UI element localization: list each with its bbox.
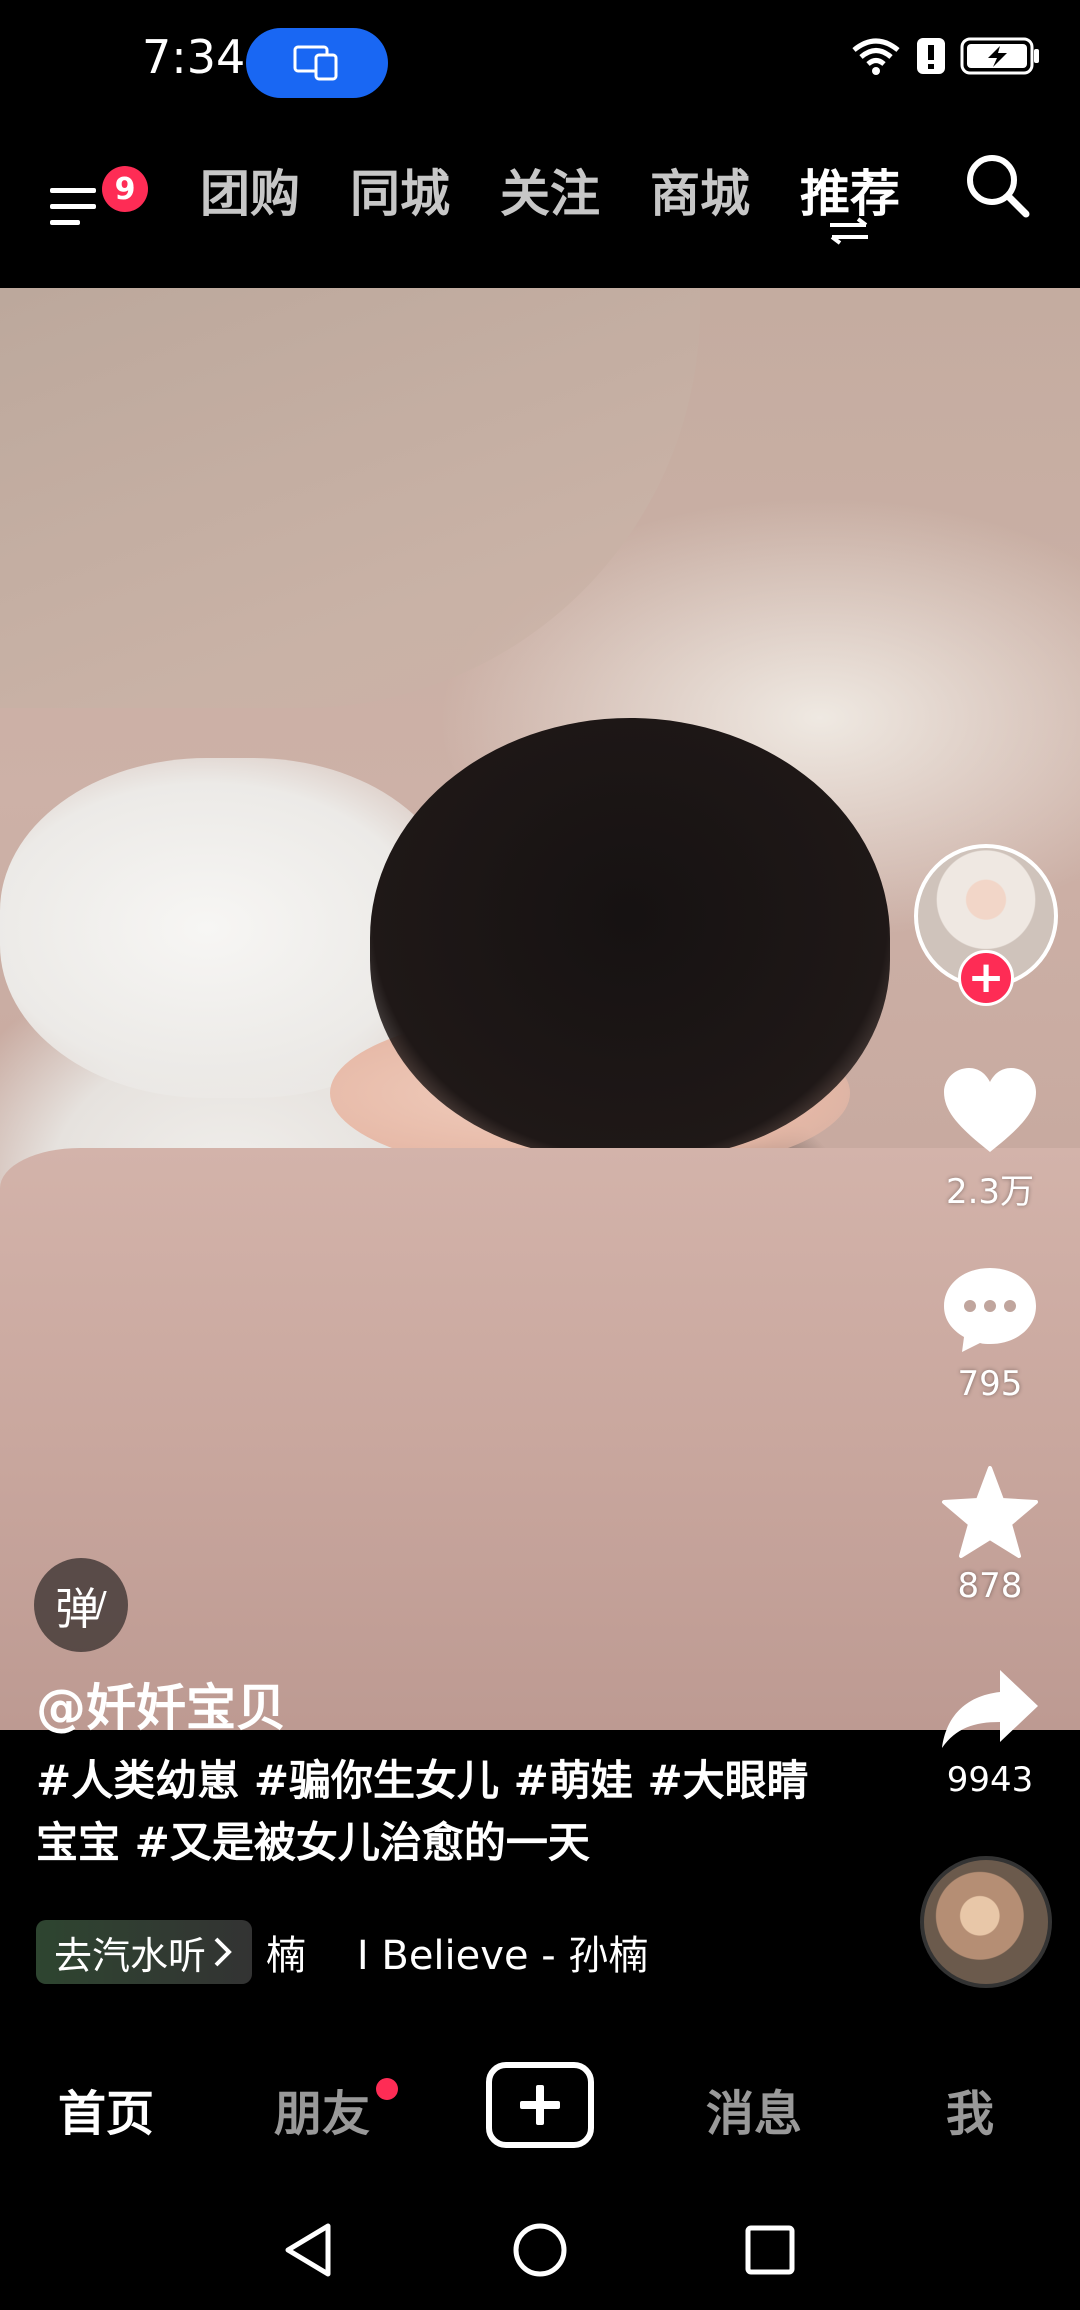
comment-icon xyxy=(944,1268,1036,1352)
switch-feed-icon[interactable] xyxy=(826,216,872,246)
tab-messages[interactable]: 消息 xyxy=(706,2074,802,2144)
friends-unread-dot xyxy=(376,2078,398,2100)
chevron-right-icon xyxy=(214,1937,232,1967)
system-nav-bar xyxy=(0,2190,1080,2310)
tab-group-buy[interactable]: 团购 xyxy=(200,154,300,226)
alert-icon xyxy=(917,38,945,74)
status-time: 7:34 xyxy=(142,30,246,84)
notification-badge: 9 xyxy=(102,166,148,212)
danmu-label: 弹 xyxy=(55,1584,100,1635)
heart-icon xyxy=(944,1068,1036,1152)
music-track-title[interactable]: 楠 I Believe - 孙楠 xyxy=(266,1923,648,1981)
screen-share-icon xyxy=(293,45,338,81)
wifi-icon xyxy=(852,38,900,75)
tab-following[interactable]: 关注 xyxy=(500,154,600,226)
tab-friends[interactable]: 朋友 xyxy=(274,2074,370,2144)
tab-mall[interactable]: 商城 xyxy=(650,154,750,226)
star-icon xyxy=(942,1466,1038,1558)
follow-button[interactable]: + xyxy=(958,950,1014,1006)
qishui-link-button[interactable]: 去汽水听 xyxy=(36,1920,253,1984)
create-button[interactable] xyxy=(486,2062,594,2148)
share-count: 9943 xyxy=(946,1760,1034,1800)
status-icons xyxy=(850,36,1042,76)
screen-share-indicator[interactable] xyxy=(246,28,388,98)
comment-button[interactable]: 795 xyxy=(920,1264,1060,1404)
author-avatar[interactable]: + xyxy=(914,844,1058,1006)
author-name[interactable]: @奷奷宝贝 xyxy=(36,1668,286,1740)
tab-local[interactable]: 同城 xyxy=(350,154,450,226)
back-icon[interactable] xyxy=(280,2220,336,2280)
status-bar: 7:34 xyxy=(0,0,1080,120)
like-button[interactable]: 2.3万 xyxy=(920,1066,1060,1213)
video-frame-blanket xyxy=(0,1148,1080,1730)
favorite-count: 878 xyxy=(957,1566,1023,1606)
music-disc-button[interactable] xyxy=(920,1856,1052,1988)
music-row: 去汽水听 楠 I Believe - 孙楠 xyxy=(36,1920,648,1984)
danmu-toggle-button[interactable]: 弹 / xyxy=(34,1558,128,1652)
plus-icon xyxy=(520,2085,560,2125)
search-icon xyxy=(967,155,1030,218)
video-frame-pillow xyxy=(0,288,700,708)
like-count: 2.3万 xyxy=(945,1172,1035,1212)
qishui-link-label: 去汽水听 xyxy=(54,1933,207,1978)
share-button[interactable]: 9943 xyxy=(920,1666,1060,1800)
favorite-button[interactable]: 878 xyxy=(920,1466,1060,1606)
comment-count: 795 xyxy=(957,1364,1023,1404)
bottom-nav: 首页 朋友 消息 我 xyxy=(0,2040,1080,2170)
tab-me[interactable]: 我 xyxy=(946,2074,994,2144)
battery-charging-icon xyxy=(960,37,1039,75)
recents-icon[interactable] xyxy=(742,2222,798,2278)
home-icon[interactable] xyxy=(510,2220,570,2280)
menu-icon xyxy=(50,188,96,225)
danmu-slash-icon: / xyxy=(95,1585,107,1625)
share-icon xyxy=(942,1670,1038,1748)
top-nav: 9 团购 同城 关注 商城 推荐 xyxy=(0,120,1080,290)
video-frame-hair xyxy=(370,718,890,1158)
tab-home[interactable]: 首页 xyxy=(58,2074,154,2144)
video-player[interactable] xyxy=(0,288,1080,1730)
search-button[interactable] xyxy=(962,150,1034,222)
menu-button[interactable]: 9 xyxy=(46,158,148,248)
video-description[interactable]: #人类幼崽 #骗你生女儿 #萌娃 #大眼睛宝宝 #又是被女儿治愈的一天 xyxy=(36,1750,816,1874)
